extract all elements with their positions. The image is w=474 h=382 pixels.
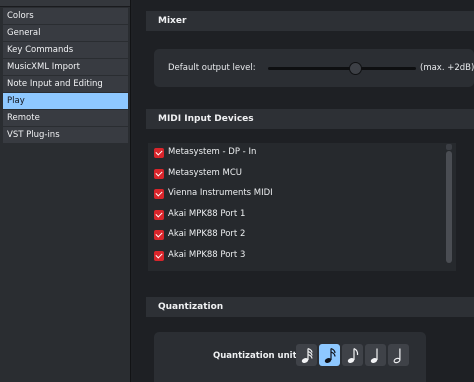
quantization-panel: Quantization unit: (154, 332, 426, 382)
quarter-note-icon (370, 348, 378, 363)
device-checkbox[interactable] (154, 168, 164, 179)
eighth-note-icon (347, 347, 358, 363)
device-name: Metasystem - DP - In (168, 147, 257, 157)
sidebar-item-key-commands[interactable]: Key Commands (3, 42, 128, 58)
sidebar-item-play[interactable]: Play (3, 93, 128, 109)
quantization-unit-label: Quantization unit: (213, 351, 301, 361)
preferences-sidebar: Colors General Key Commands MusicXML Imp… (0, 0, 131, 382)
quantize-half-button[interactable] (388, 344, 409, 366)
quantization-section-heading: Quantization (146, 297, 474, 317)
device-checkbox[interactable] (154, 148, 164, 158)
preferences-main: Mixer Default output level: (max. +2dB) … (133, 0, 474, 382)
output-level-max-label: (max. +2dB) (420, 63, 474, 73)
list-item[interactable]: Metasystem - DP - In (152, 143, 442, 163)
sixteenth-note-icon (324, 347, 336, 363)
sidebar-item-colors[interactable]: Colors (3, 8, 128, 24)
quantize-16th-button[interactable] (319, 344, 340, 366)
device-checkbox[interactable] (154, 250, 164, 261)
quantize-32nd-button[interactable] (296, 344, 317, 366)
device-name: Vienna Instruments MIDI (168, 188, 273, 198)
device-name: Metasystem MCU (168, 167, 243, 178)
default-output-level-slider[interactable] (268, 62, 416, 75)
default-output-level-label: Default output level: (168, 63, 256, 73)
list-item[interactable]: Vienna Instruments MIDI (152, 184, 442, 204)
scrollbar-arrow[interactable] (446, 144, 452, 150)
midi-device-list: Metasystem - DP - In Metasystem MCU Vien… (148, 143, 456, 271)
mixer-panel: Default output level: (max. +2dB) (154, 49, 474, 87)
half-note-icon (393, 348, 401, 363)
device-name: Akai MPK88 Port 1 (168, 208, 246, 219)
list-item[interactable]: Metasystem MCU (152, 164, 442, 184)
sidebar-item-vst-plug-ins[interactable]: VST Plug-ins (3, 127, 128, 143)
device-checkbox[interactable] (154, 230, 164, 240)
sidebar-item-general[interactable]: General (3, 25, 128, 41)
quantize-8th-button[interactable] (342, 344, 363, 366)
sidebar-item-remote[interactable]: Remote (3, 110, 128, 126)
thirty-second-note-icon (301, 347, 313, 363)
sidebar-item-note-input-and-editing[interactable]: Note Input and Editing (3, 76, 128, 92)
list-item[interactable]: Akai MPK88 Port 1 (152, 205, 442, 225)
list-item[interactable]: Akai MPK88 Port 2 (152, 225, 442, 245)
sidebar-item-musicxml-import[interactable]: MusicXML Import (3, 59, 128, 75)
quantization-unit-buttons (296, 344, 409, 366)
quantize-quarter-button[interactable] (365, 344, 386, 366)
midi-input-devices-heading: MIDI Input Devices (146, 109, 474, 129)
device-name: Akai MPK88 Port 2 (168, 229, 246, 239)
device-checkbox[interactable] (154, 189, 164, 199)
slider-thumb[interactable] (349, 62, 363, 75)
device-checkbox[interactable] (154, 209, 164, 220)
sidebar-top-item-partial (0, 0, 130, 7)
list-item[interactable]: Akai MPK88 Port 3 (152, 246, 442, 266)
mixer-section-heading: Mixer (146, 11, 474, 31)
scrollbar-thumb[interactable] (446, 151, 452, 263)
device-name: Akai MPK88 Port 3 (168, 249, 246, 260)
